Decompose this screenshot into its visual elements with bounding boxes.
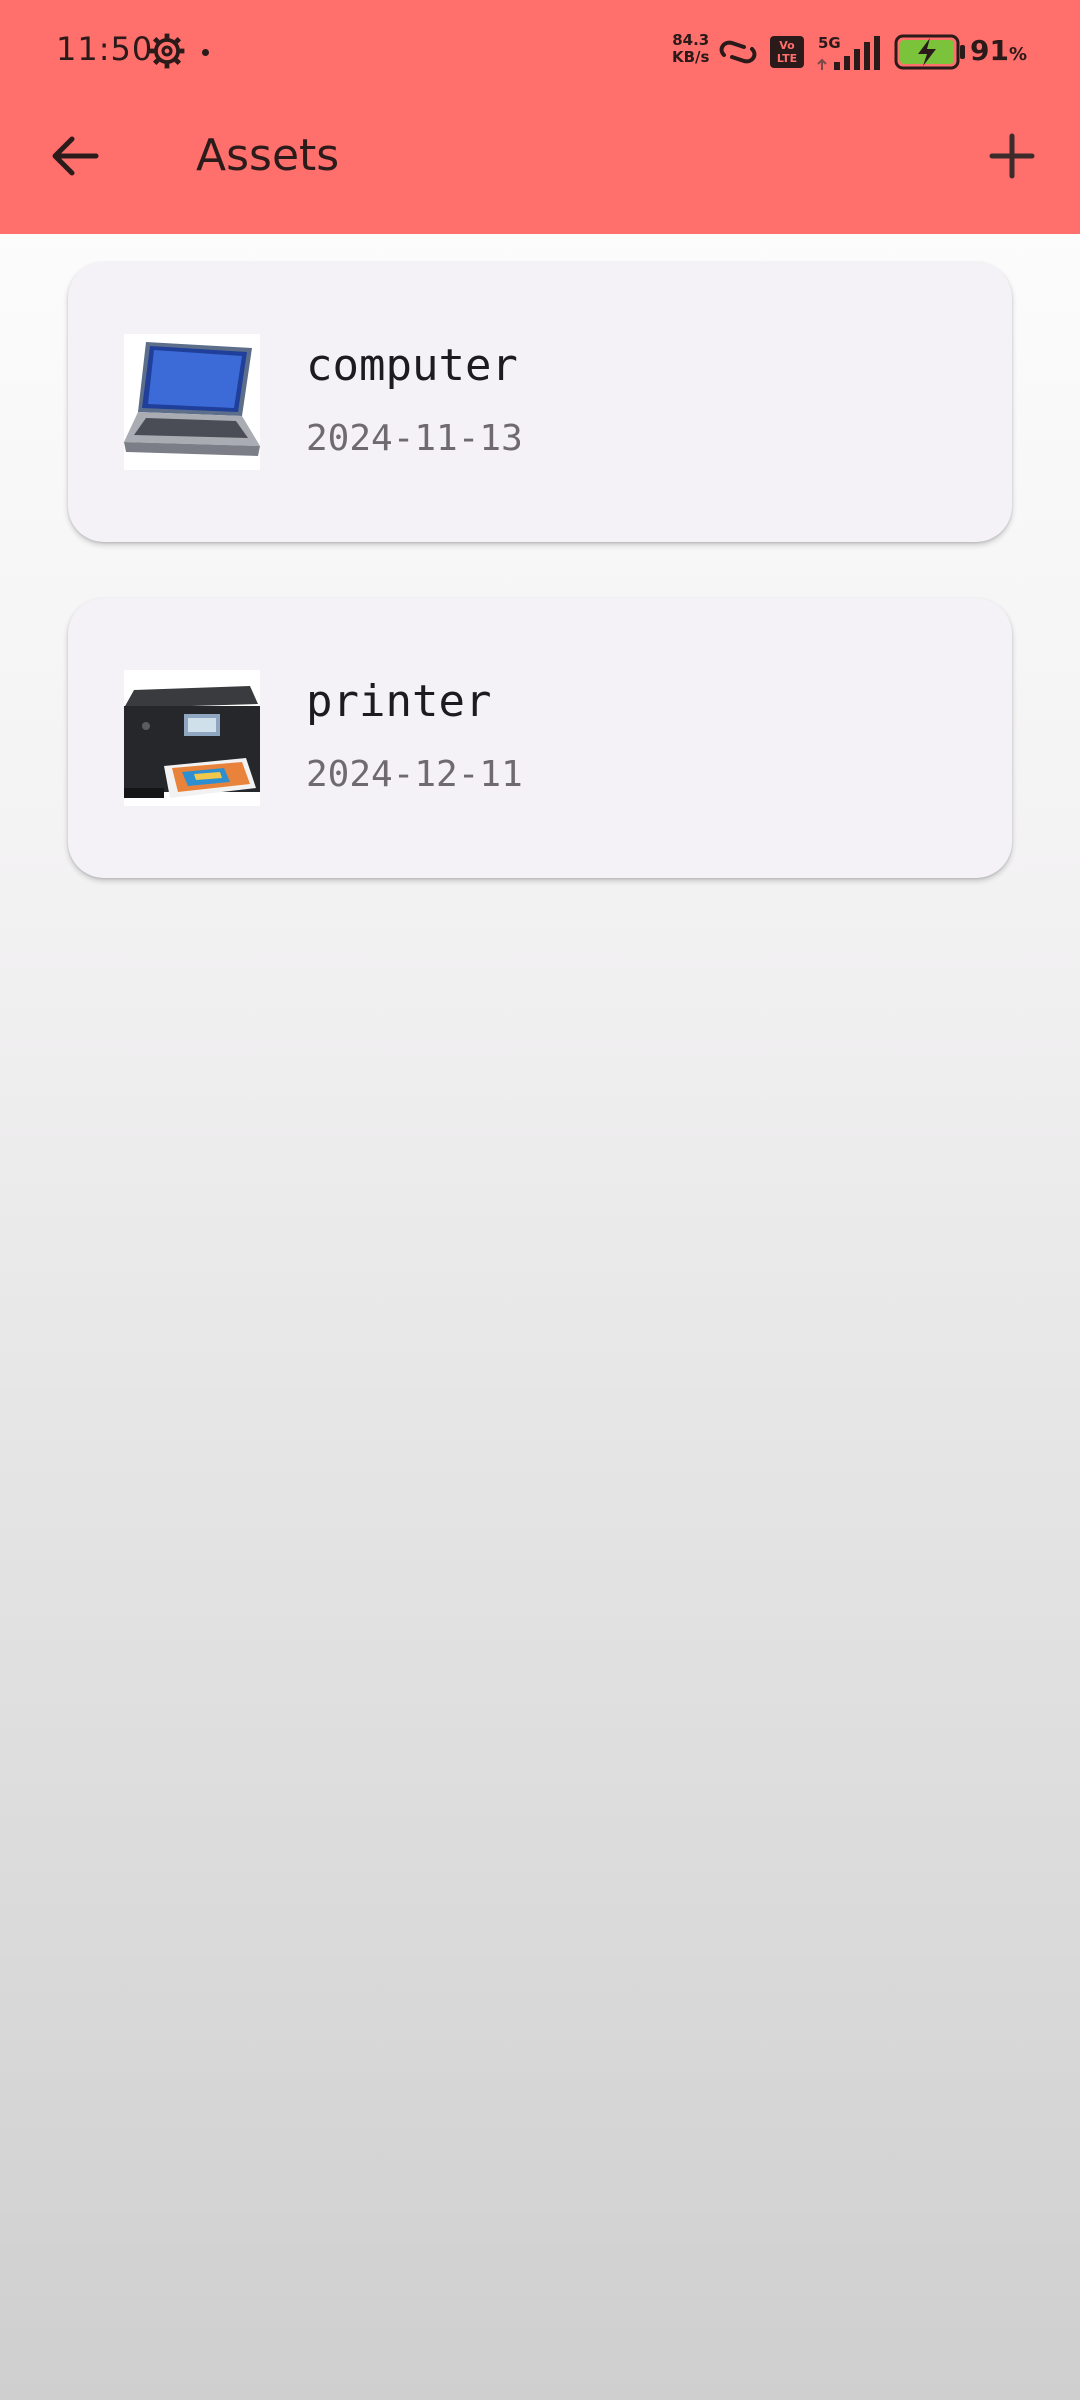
- asset-date: 2024-12-11: [306, 754, 523, 795]
- asset-name: printer: [306, 676, 492, 727]
- hotspot-link-icon: [719, 40, 757, 64]
- settings-gear-icon: [149, 33, 185, 69]
- asset-card[interactable]: printer 2024-12-11: [68, 598, 1012, 878]
- volte-line-1: Vo: [779, 39, 795, 52]
- asset-name: computer: [306, 340, 518, 391]
- arrow-left-icon[interactable]: [46, 126, 106, 186]
- volte-icon: Vo LTE: [770, 36, 804, 68]
- battery-charging-icon: [894, 34, 965, 70]
- notification-dot-icon: [202, 49, 209, 56]
- laptop-image: [124, 334, 260, 470]
- status-bar: 11:50 84.3 KB/s Vo LTE 5G 91%: [0, 0, 1080, 106]
- page-title: Assets: [196, 130, 340, 181]
- battery-percent-unit: %: [1008, 44, 1028, 65]
- network-speed-unit: KB/s: [672, 48, 710, 66]
- asset-card[interactable]: computer 2024-11-13: [68, 262, 1012, 542]
- volte-line-2: LTE: [776, 52, 798, 65]
- status-time: 11:50: [56, 30, 154, 68]
- network-speed-value: 84.3: [672, 31, 710, 49]
- signal-strength-icon: [817, 36, 880, 70]
- asset-date: 2024-11-13: [306, 418, 523, 459]
- battery-percent-value: 91: [970, 34, 1009, 67]
- battery-percent: 91%: [970, 34, 1027, 67]
- printer-image: [124, 670, 260, 806]
- network-speed: 84.3 KB/s: [672, 32, 709, 66]
- plus-icon[interactable]: [982, 126, 1042, 186]
